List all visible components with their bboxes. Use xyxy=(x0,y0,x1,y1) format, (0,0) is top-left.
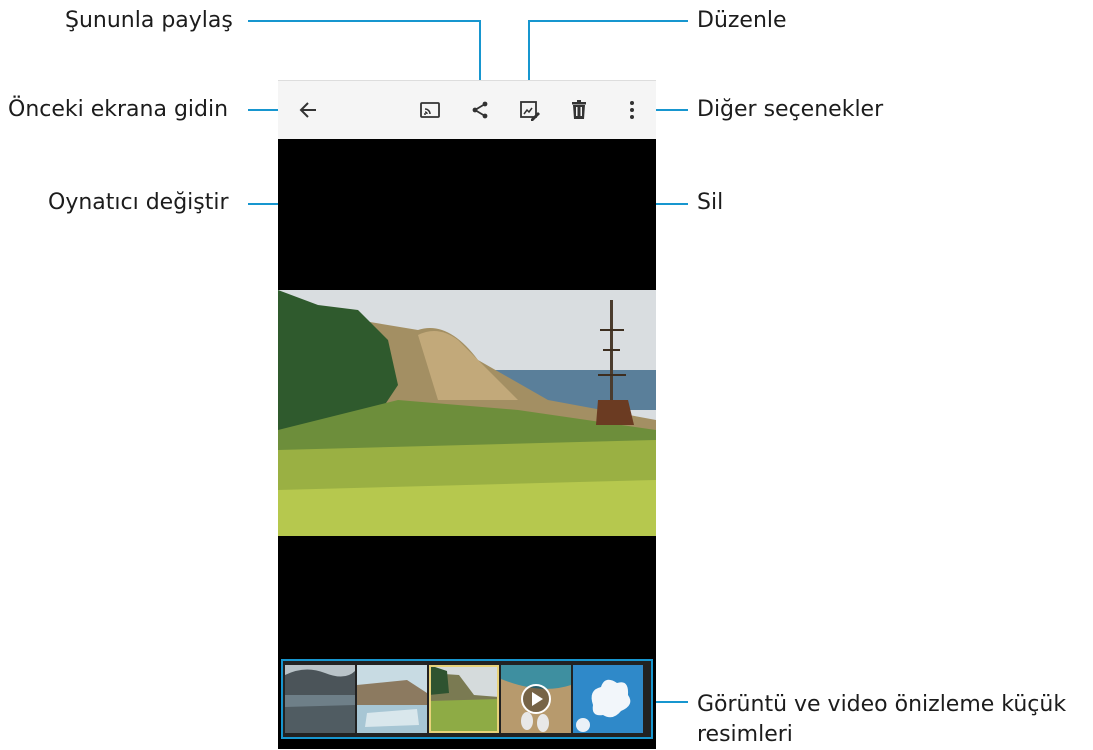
thumbnail-video-feet-beach[interactable] xyxy=(501,665,571,733)
edit-icon[interactable] xyxy=(517,98,541,122)
back-arrow-icon[interactable] xyxy=(296,98,320,122)
gallery-viewer-screen xyxy=(278,80,656,749)
share-callout: Şununla paylaş xyxy=(65,8,233,33)
delete-icon[interactable] xyxy=(567,98,591,122)
more-options-callout: Diğer seçenekler xyxy=(697,97,884,122)
thumbnail-seascape[interactable] xyxy=(285,665,355,733)
share-leader xyxy=(248,20,480,22)
edit-leader xyxy=(528,20,688,22)
thumbnail-green-meadow[interactable] xyxy=(429,665,499,733)
delete-callout: Sil xyxy=(697,190,724,215)
thumbnails-callout: Görüntü ve video önizleme küçük resimler… xyxy=(697,692,1067,747)
more-options-icon[interactable] xyxy=(620,98,644,122)
switch-player-icon[interactable] xyxy=(418,98,442,122)
switch-player-callout: Oynatıcı değiştir xyxy=(48,190,229,215)
viewer-toolbar xyxy=(278,80,656,139)
thumbnail-cloud-sky[interactable] xyxy=(573,665,643,733)
thumbnail-rocky-coast[interactable] xyxy=(357,665,427,733)
share-icon[interactable] xyxy=(468,98,492,122)
thumbnails-leader xyxy=(656,701,688,703)
thumbnail-strip xyxy=(281,659,653,739)
edit-callout: Düzenle xyxy=(697,8,787,33)
back-callout: Önceki ekrana gidin xyxy=(8,97,229,122)
main-photo[interactable] xyxy=(278,290,656,536)
